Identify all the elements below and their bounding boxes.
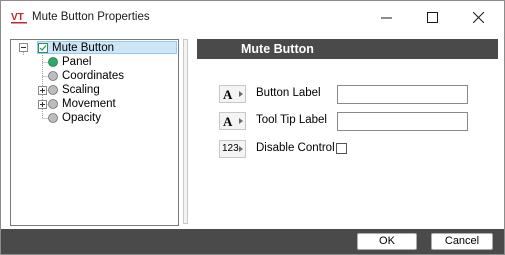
gray-dot-icon xyxy=(48,99,58,109)
tree-connector-lines xyxy=(23,52,48,119)
svg-text:VT: VT xyxy=(11,12,24,23)
cancel-button[interactable]: Cancel xyxy=(431,233,493,250)
gray-dot-icon xyxy=(48,85,58,95)
collapse-icon[interactable] xyxy=(19,43,28,52)
tree-item-movement[interactable]: Movement xyxy=(62,97,116,111)
text-type-icon: A xyxy=(223,87,233,102)
expand-icon[interactable] xyxy=(38,86,47,95)
numeric-type-icon: 123 xyxy=(222,143,239,154)
maximize-button[interactable] xyxy=(410,1,456,34)
text-type-icon: A xyxy=(223,114,233,129)
green-dot-icon xyxy=(48,57,58,67)
ok-button[interactable]: OK xyxy=(357,233,417,250)
gray-dot-icon xyxy=(48,71,58,81)
button-label-input[interactable] xyxy=(337,85,468,104)
arrow-right-icon xyxy=(239,91,243,97)
title-bar: VT Mute Button Properties xyxy=(1,1,504,34)
button-label-caption: Button Label xyxy=(256,87,321,99)
app-logo-icon: VT xyxy=(11,12,27,24)
window-title: Mute Button Properties xyxy=(32,11,150,23)
checkbox-square-icon xyxy=(38,43,48,53)
property-header: Mute Button xyxy=(197,39,498,59)
tree-item-mute-button[interactable]: Mute Button xyxy=(52,41,114,55)
tooltip-label-caption: Tool Tip Label xyxy=(256,114,327,126)
close-icon xyxy=(473,12,484,23)
minimize-button[interactable] xyxy=(364,1,410,34)
disable-control-caption: Disable Control xyxy=(256,142,335,154)
disable-control-checkbox[interactable] xyxy=(336,143,347,154)
text-type-button[interactable]: A xyxy=(219,112,246,130)
tree-item-coordinates[interactable]: Coordinates xyxy=(62,69,124,83)
tree-item-opacity[interactable]: Opacity xyxy=(62,111,101,125)
properties-dialog: VT Mute Button Properties Mute Button Pa… xyxy=(0,0,505,255)
gray-dot-icon xyxy=(48,113,58,123)
tree-item-scaling[interactable]: Scaling xyxy=(62,83,100,97)
expand-icon[interactable] xyxy=(38,100,47,109)
arrow-right-icon xyxy=(239,146,243,152)
maximize-icon xyxy=(427,12,438,23)
tooltip-label-input[interactable] xyxy=(337,112,468,131)
text-type-button[interactable]: A xyxy=(219,85,246,103)
property-tree[interactable]: Mute Button Panel Coordinates Scaling Mo… xyxy=(10,39,179,226)
dialog-footer: OK Cancel xyxy=(1,229,504,254)
panel-splitter[interactable] xyxy=(183,39,188,224)
numeric-type-button[interactable]: 123 xyxy=(219,140,246,158)
minimize-icon xyxy=(381,17,392,19)
tree-item-panel[interactable]: Panel xyxy=(62,55,91,69)
arrow-right-icon xyxy=(239,118,243,124)
property-header-title: Mute Button xyxy=(241,42,314,56)
close-button[interactable] xyxy=(456,1,502,34)
